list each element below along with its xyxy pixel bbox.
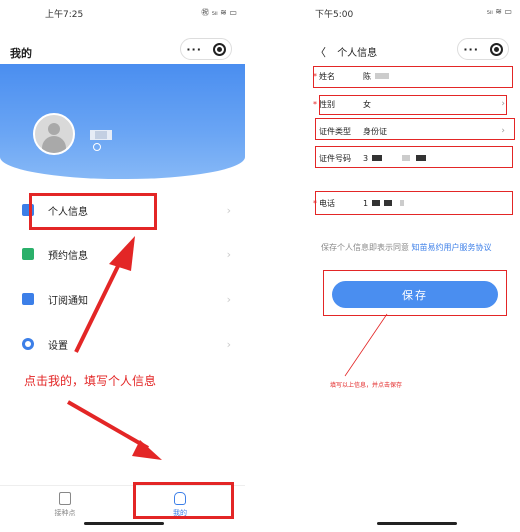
pointer-line <box>344 313 388 377</box>
highlight-box-save <box>323 270 507 316</box>
highlight-box-personal-info <box>29 193 157 230</box>
close-target-icon[interactable] <box>212 42 226 56</box>
tab-label: 接种点 <box>54 509 76 517</box>
chevron-right-icon: › <box>226 203 231 217</box>
chevron-right-icon: › <box>226 337 231 351</box>
menu-item-appointments[interactable]: 预约信息 › <box>22 244 237 264</box>
agreement-text: 保存个人信息即表示同意 知苗易约用户服务协议 <box>321 242 492 253</box>
status-icons: ₅ₗₗ ≋ ▭ <box>486 7 512 16</box>
highlight-box-id-type <box>315 118 515 140</box>
chevron-right-icon: › <box>226 247 231 261</box>
mini-program-capsule[interactable]: ··· <box>457 38 509 60</box>
menu-item-settings[interactable]: 设置 › <box>22 334 237 354</box>
site-icon <box>59 492 71 505</box>
back-icon[interactable]: 〈 <box>315 46 326 59</box>
status-bar: 下午5:00 ₅ₗₗ ≋ ▭ <box>305 0 520 24</box>
more-icon[interactable]: ··· <box>463 43 479 56</box>
tab-vaccination-site[interactable]: 接种点 <box>35 492 95 518</box>
menu-label: 预约信息 <box>48 250 88 262</box>
highlight-box-id-number <box>315 146 513 168</box>
mini-program-capsule[interactable]: ··· <box>180 38 232 60</box>
status-time: 下午5:00 <box>315 10 354 20</box>
menu-label: 订阅通知 <box>48 295 88 307</box>
page-title: 我的 <box>10 47 32 60</box>
home-indicator <box>84 522 164 525</box>
home-indicator <box>377 522 457 525</box>
status-time: 上午7:25 <box>45 10 84 20</box>
chevron-right-icon: › <box>226 292 231 306</box>
menu-label: 设置 <box>48 340 68 352</box>
highlight-box-phone <box>315 191 513 215</box>
status-bar: 上午7:25 ㊗ ₅ₗₗ ≋ ▭ <box>0 0 245 24</box>
page-header: 〈 个人信息 <box>315 44 377 60</box>
agreement-prefix: 保存个人信息即表示同意 <box>321 243 409 252</box>
page-title: 个人信息 <box>337 48 378 59</box>
calendar-icon <box>22 248 34 260</box>
agreement-link[interactable]: 知苗易约用户服务协议 <box>412 243 492 252</box>
menu-item-subscriptions[interactable]: 订阅通知 › <box>22 289 237 309</box>
left-screenshot: 上午7:25 ㊗ ₅ₗₗ ≋ ▭ 我的 ··· 个人信息 › 预约信息 › 订阅… <box>0 0 245 532</box>
highlight-box-name <box>313 66 513 88</box>
arrow-down-line <box>67 400 149 450</box>
status-icons: ㊗ ₅ₗₗ ≋ ▭ <box>201 8 237 17</box>
highlight-box-gender <box>319 95 507 115</box>
close-target-icon[interactable] <box>489 42 503 56</box>
right-screenshot: 下午5:00 ₅ₗₗ ≋ ▭ 〈 个人信息 ··· * 姓名 陈 * 性别 女 … <box>305 0 520 532</box>
instruction-text: 点击我的，填写个人信息 <box>24 374 157 388</box>
bell-icon <box>22 293 34 305</box>
gear-icon <box>22 338 34 350</box>
search-icon <box>93 143 101 151</box>
more-icon[interactable]: ··· <box>186 43 202 56</box>
instruction-text: 填写以上信息，并点击保存 <box>330 382 403 389</box>
avatar[interactable] <box>33 113 75 155</box>
arrow-down-head <box>132 440 162 460</box>
highlight-box-tab-mine <box>133 482 234 519</box>
user-name-redacted <box>90 130 112 140</box>
